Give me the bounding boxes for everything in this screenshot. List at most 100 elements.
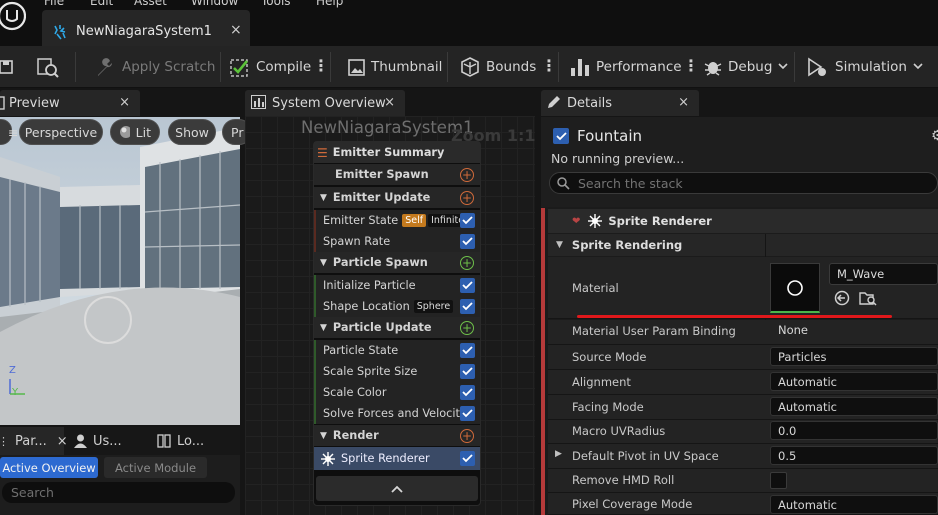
sprite-rendering-category[interactable]: ▼ Sprite Rendering bbox=[548, 234, 938, 256]
menu-window[interactable]: Window bbox=[191, 0, 238, 8]
menu-edit[interactable]: Edit bbox=[90, 0, 113, 8]
active-module-button[interactable]: Active Module bbox=[104, 457, 207, 478]
emitter-spawn-add-icon[interactable]: + bbox=[460, 168, 474, 182]
particle-state-checkbox[interactable] bbox=[460, 343, 475, 358]
parameters-tab-close-icon[interactable]: × bbox=[57, 434, 68, 449]
tab-user-parameters[interactable]: Us... bbox=[74, 427, 122, 455]
property-row: Material User Param Binding bbox=[548, 320, 938, 345]
particle-spawn-row[interactable]: ▼ Particle Spawn bbox=[314, 252, 480, 273]
scale-sprite-size-label: Scale Sprite Size bbox=[323, 365, 418, 378]
initialize-particle-checkbox[interactable] bbox=[460, 278, 475, 293]
scale-color-checkbox[interactable] bbox=[460, 385, 475, 400]
remove-hmd-roll-checkbox[interactable] bbox=[770, 472, 787, 489]
emitter-state-row[interactable]: Emitter State Self Infinite bbox=[314, 210, 480, 231]
macro-uvradius-input[interactable]: 0.0 bbox=[770, 421, 938, 440]
pixel-coverage-mode-dropdown[interactable]: Automatic bbox=[770, 495, 938, 514]
thumbnail-button[interactable]: Thumbnail bbox=[348, 46, 442, 88]
document-tab-close-icon[interactable]: × bbox=[230, 22, 242, 38]
material-thumbnail[interactable] bbox=[770, 263, 820, 313]
shape-location-checkbox[interactable] bbox=[460, 299, 475, 314]
performance-options-icon[interactable]: ⋮ bbox=[683, 58, 699, 74]
active-overview-button[interactable]: Active Overview bbox=[0, 457, 98, 478]
render-add-icon[interactable]: + bbox=[460, 429, 474, 443]
emitter-update-row[interactable]: ▼ Emitter Update bbox=[314, 187, 480, 208]
tab-log[interactable]: Lo... bbox=[157, 427, 204, 455]
show-button[interactable]: Show bbox=[168, 119, 216, 145]
sprite-renderer-header[interactable]: ❤ Sprite Renderer bbox=[548, 209, 938, 233]
simulation-button[interactable]: Simulation bbox=[807, 46, 923, 88]
browse-asset-icon[interactable] bbox=[859, 290, 877, 306]
renderer-stack-icon: ❤ bbox=[572, 215, 581, 227]
menu-file[interactable]: File bbox=[44, 0, 64, 8]
main-toolbar: Apply Scratch Compile ⋮ Thumbnail Bounds… bbox=[0, 46, 938, 88]
tab-system-overview[interactable]: System Overview × bbox=[245, 90, 405, 116]
menu-tools[interactable]: Tools bbox=[261, 0, 291, 8]
source-mode-dropdown[interactable]: Particles bbox=[770, 347, 938, 366]
performance-button[interactable]: Performance bbox=[570, 46, 682, 88]
sprite-rendering-label: Sprite Rendering bbox=[571, 238, 683, 252]
expand-arrow-icon[interactable]: ▶ bbox=[555, 449, 562, 459]
spawn-rate-row[interactable]: Spawn Rate bbox=[314, 231, 480, 252]
particle-state-row[interactable]: Particle State bbox=[314, 340, 480, 361]
debug-bug-icon bbox=[704, 62, 722, 76]
sprite-renderer-checkbox[interactable] bbox=[460, 451, 475, 466]
alignment-dropdown[interactable]: Automatic bbox=[770, 372, 938, 391]
default-pivot-input[interactable]: 0.5 bbox=[770, 446, 938, 465]
spawn-rate-checkbox[interactable] bbox=[460, 234, 475, 249]
browse-button[interactable] bbox=[36, 46, 60, 88]
scale-color-row[interactable]: Scale Color bbox=[314, 382, 480, 403]
fountain-enabled-checkbox[interactable] bbox=[553, 128, 569, 144]
debug-button[interactable]: Debug bbox=[704, 46, 788, 88]
solve-forces-row[interactable]: Solve Forces and Velocity bbox=[314, 403, 480, 424]
system-overview-tab-close-icon[interactable]: × bbox=[384, 95, 395, 110]
unreal-logo-icon[interactable] bbox=[0, 0, 26, 40]
graph-system-title: NewNiagaraSystem1 bbox=[301, 118, 474, 137]
alignment-label: Alignment bbox=[572, 375, 631, 389]
material-user-param-binding-value[interactable]: None bbox=[778, 323, 808, 337]
collapse-arrow-icon: ▼ bbox=[320, 430, 327, 441]
bounds-button[interactable]: Bounds bbox=[460, 46, 536, 88]
menu-asset[interactable]: Asset bbox=[134, 0, 167, 8]
emitter-state-label: Emitter State bbox=[323, 214, 399, 227]
particle-update-row[interactable]: ▼ Particle Update bbox=[314, 317, 480, 338]
facing-mode-dropdown[interactable]: Automatic bbox=[770, 397, 938, 416]
parameters-search-input[interactable]: Search bbox=[2, 482, 235, 503]
scale-sprite-size-row[interactable]: Scale Sprite Size bbox=[314, 361, 480, 382]
preview-tab-close-icon[interactable]: × bbox=[119, 95, 130, 110]
tab-details[interactable]: Details × bbox=[541, 90, 699, 116]
user-tab-label: Us... bbox=[93, 433, 122, 449]
compile-options-icon[interactable]: ⋮ bbox=[313, 58, 329, 74]
stack-search-input[interactable]: Search the stack bbox=[549, 172, 938, 194]
shape-location-row[interactable]: Shape Location Sphere bbox=[314, 296, 480, 317]
apply-scratch-button[interactable]: Apply Scratch bbox=[94, 46, 216, 88]
material-asset-picker[interactable]: M_Wave bbox=[829, 263, 938, 285]
lit-button[interactable]: Lit bbox=[110, 119, 160, 145]
compile-button[interactable]: Compile bbox=[230, 46, 311, 88]
save-button[interactable] bbox=[0, 46, 14, 88]
details-tab-close-icon[interactable]: × bbox=[678, 95, 689, 110]
sprite-renderer-row[interactable]: Sprite Renderer bbox=[314, 447, 480, 470]
particle-update-add-icon[interactable]: + bbox=[460, 321, 474, 335]
preview-viewport[interactable]: Z Y bbox=[0, 117, 240, 425]
particle-spawn-add-icon[interactable]: + bbox=[460, 256, 474, 270]
use-selected-asset-icon[interactable] bbox=[834, 290, 850, 306]
menu-help[interactable]: Help bbox=[316, 0, 343, 8]
renderer-accent-bar bbox=[541, 208, 545, 515]
document-tab-newniagarasystem1[interactable]: NewNiagaraSystem1 × bbox=[42, 10, 250, 46]
emitter-state-checkbox[interactable] bbox=[460, 213, 475, 228]
emitter-update-add-icon[interactable]: + bbox=[460, 191, 474, 205]
emitter-spawn-row[interactable]: Emitter Spawn bbox=[314, 164, 480, 185]
debug-label: Debug bbox=[728, 59, 773, 75]
initialize-particle-row[interactable]: Initialize Particle bbox=[314, 275, 480, 296]
bounds-options-icon[interactable]: ⋮ bbox=[541, 58, 557, 74]
solve-forces-checkbox[interactable] bbox=[460, 406, 475, 421]
node-collapse-button[interactable] bbox=[316, 476, 478, 501]
tab-preview[interactable]: Preview × bbox=[0, 90, 140, 116]
tab-parameters[interactable]: ⋮ Par... × bbox=[0, 427, 68, 455]
emitter-summary-row[interactable]: ☰ Emitter Summary bbox=[314, 142, 480, 163]
perspective-button[interactable]: Perspective bbox=[19, 119, 103, 145]
render-row[interactable]: ▼ Render bbox=[314, 425, 480, 446]
performance-label: Performance bbox=[596, 59, 682, 75]
details-options-icon[interactable]: ⚙ bbox=[931, 128, 938, 144]
scale-sprite-size-checkbox[interactable] bbox=[460, 364, 475, 379]
